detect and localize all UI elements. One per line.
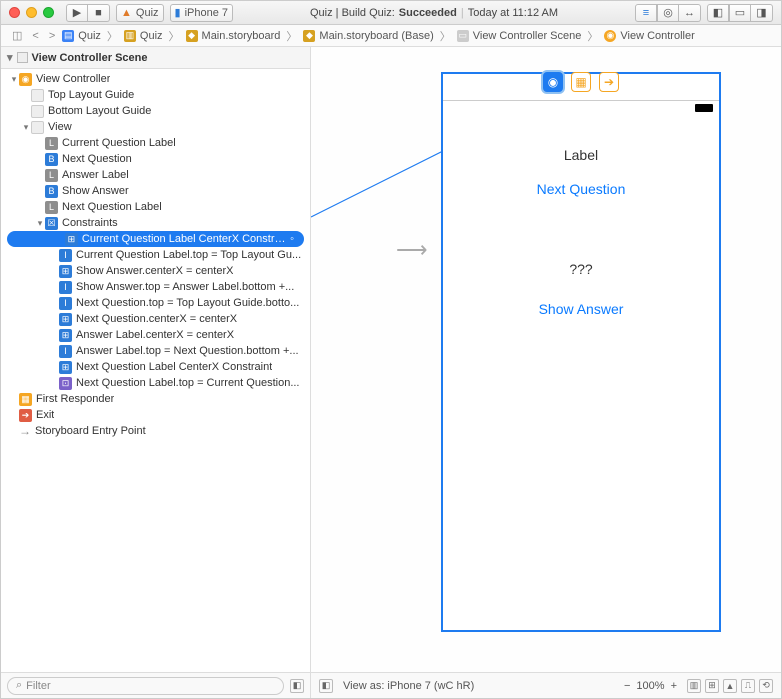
jump-project[interactable]: ▤Quiz xyxy=(62,30,101,42)
jump-vc[interactable]: ◉View Controller xyxy=(604,30,694,42)
outline-constraint-5[interactable]: INext Question.top = Top Layout Guide.bo… xyxy=(1,295,310,311)
outline-current-question-label[interactable]: LCurrent Question Label xyxy=(1,135,310,151)
outline-show-answer[interactable]: BShow Answer xyxy=(1,183,310,199)
toggle-debug-button[interactable]: ▭ xyxy=(729,4,751,22)
scene-dock: ◉ ▦ ➔ xyxy=(543,72,619,92)
outline-header[interactable]: ▾ View Controller Scene xyxy=(1,47,310,69)
outline-constraint-8[interactable]: IAnswer Label.top = Next Question.bottom… xyxy=(1,343,310,359)
pin-menu-icon[interactable]: ⊞ xyxy=(705,679,719,693)
canvas-show-answer-button[interactable]: Show Answer xyxy=(443,301,719,317)
stop-button[interactable]: ■ xyxy=(88,4,110,22)
canvas-answer-label[interactable]: ??? xyxy=(443,261,719,277)
outline-header-label: View Controller Scene xyxy=(32,52,148,64)
filter-input[interactable]: ⌕ Filter xyxy=(7,677,284,695)
entry-arrow-icon[interactable]: ⟶ xyxy=(396,237,428,263)
resolve-issues-icon[interactable]: ▲ xyxy=(723,679,737,693)
canvas-label[interactable]: Label xyxy=(443,147,719,163)
outline-next-question[interactable]: BNext Question xyxy=(1,151,310,167)
editor-assistant-button[interactable]: ◎ xyxy=(657,4,679,22)
outline-first-responder[interactable]: ▦First Responder xyxy=(1,391,310,407)
dock-vc-icon[interactable]: ◉ xyxy=(543,72,563,92)
document-outline: ▾ View Controller Scene ▾◉View Controlle… xyxy=(1,47,311,672)
related-items-icon[interactable]: ◫ xyxy=(9,29,25,42)
outline-view[interactable]: ▾View xyxy=(1,119,310,135)
zoom-control[interactable]: − 100% + xyxy=(624,680,677,692)
scheme-label: Quiz xyxy=(136,7,159,19)
search-icon: ⌕ xyxy=(16,679,22,692)
outline-constraint-7[interactable]: ⊞Answer Label.centerX = centerX xyxy=(1,327,310,343)
titlebar: ▶ ■ ▲Quiz ▮iPhone 7 Quiz | Build Quiz: S… xyxy=(1,1,781,25)
forward-button[interactable]: > xyxy=(46,30,58,42)
toggle-navigator-button[interactable]: ◧ xyxy=(707,4,729,22)
outline-constraint-3[interactable]: ⊞Show Answer.centerX = centerX xyxy=(1,263,310,279)
device-label: iPhone 7 xyxy=(185,7,228,19)
jump-bar[interactable]: ◫ < > ▤Quiz〉 ▥Quiz〉 ◆Main.storyboard〉 ◆M… xyxy=(1,25,781,47)
zoom-value: 100% xyxy=(636,680,664,692)
canvas-next-question-button[interactable]: Next Question xyxy=(443,181,719,197)
outline-vc[interactable]: ▾◉View Controller xyxy=(1,71,310,87)
minimize-icon[interactable] xyxy=(26,7,37,18)
outline-entry-point[interactable]: →Storyboard Entry Point xyxy=(1,423,310,439)
outline-filter-icon[interactable]: ◧ xyxy=(290,679,304,693)
align-menu-icon[interactable]: ▥ xyxy=(687,679,701,693)
jump-scene[interactable]: ▭View Controller Scene xyxy=(457,30,582,42)
back-button[interactable]: < xyxy=(29,30,41,42)
outline-constraints[interactable]: ▾☒Constraints xyxy=(1,215,310,231)
outline-next-question-label[interactable]: LNext Question Label xyxy=(1,199,310,215)
outline-constraint-10[interactable]: ⊡Next Question Label.top = Current Quest… xyxy=(1,375,310,391)
view-as-label[interactable]: View as: iPhone 7 (wC hR) xyxy=(343,680,474,692)
outline-top-layout-guide[interactable]: Top Layout Guide xyxy=(1,87,310,103)
dock-first-responder-icon[interactable]: ▦ xyxy=(571,72,591,92)
zoom-icon[interactable] xyxy=(43,7,54,18)
run-button[interactable]: ▶ xyxy=(66,4,88,22)
zoom-in-button[interactable]: + xyxy=(671,680,677,692)
jump-base[interactable]: ◆Main.storyboard (Base) xyxy=(303,30,433,42)
filter-placeholder: Filter xyxy=(26,680,50,692)
toggle-outline-button[interactable]: ◧ xyxy=(319,679,333,693)
toggle-utilities-button[interactable]: ◨ xyxy=(751,4,773,22)
activity-view: Quiz | Build Quiz: Succeeded | Today at … xyxy=(239,7,629,19)
editor-standard-button[interactable]: ≡ xyxy=(635,4,657,22)
status-prefix: Quiz | Build Quiz: xyxy=(310,7,395,19)
outline-constraint-6[interactable]: ⊞Next Question.centerX = centerX xyxy=(1,311,310,327)
outline-constraint-2[interactable]: ICurrent Question Label.top = Top Layout… xyxy=(1,247,310,263)
outline-bottom-layout-guide[interactable]: Bottom Layout Guide xyxy=(1,103,310,119)
embed-stack-icon[interactable]: ⎍ xyxy=(741,679,755,693)
device-selector[interactable]: ▮iPhone 7 xyxy=(170,4,234,22)
outline-exit[interactable]: ➔Exit xyxy=(1,407,310,423)
outline-constraint-9[interactable]: ⊞Next Question Label CenterX Constraint xyxy=(1,359,310,375)
status-time: Today at 11:12 AM xyxy=(468,7,558,19)
window-controls xyxy=(9,7,54,18)
scheme-selector[interactable]: ▲Quiz xyxy=(116,4,164,22)
dock-exit-icon[interactable]: ➔ xyxy=(599,72,619,92)
status-bar: ⌕ Filter ◧ ◧ View as: iPhone 7 (wC hR) −… xyxy=(1,672,781,698)
jump-folder[interactable]: ▥Quiz xyxy=(124,30,163,42)
close-icon[interactable] xyxy=(9,7,20,18)
jump-storyboard[interactable]: ◆Main.storyboard xyxy=(186,30,281,42)
editor-version-button[interactable]: ↔ xyxy=(679,4,701,22)
zoom-out-button[interactable]: − xyxy=(624,680,630,692)
canvas[interactable]: ⟶ ◉ ▦ ➔ Label Next Question ??? Show Ans… xyxy=(311,47,781,672)
outline-answer-label[interactable]: LAnswer Label xyxy=(1,167,310,183)
update-frames-icon[interactable]: ⟲ xyxy=(759,679,773,693)
device-frame[interactable]: ◉ ▦ ➔ Label Next Question ??? Show Answe… xyxy=(441,72,721,632)
status-word: Succeeded xyxy=(399,7,457,19)
outline-constraint-selected[interactable]: ⊞Current Question Label CenterX Constrai… xyxy=(7,231,304,247)
outline-constraint-4[interactable]: IShow Answer.top = Answer Label.bottom +… xyxy=(1,279,310,295)
